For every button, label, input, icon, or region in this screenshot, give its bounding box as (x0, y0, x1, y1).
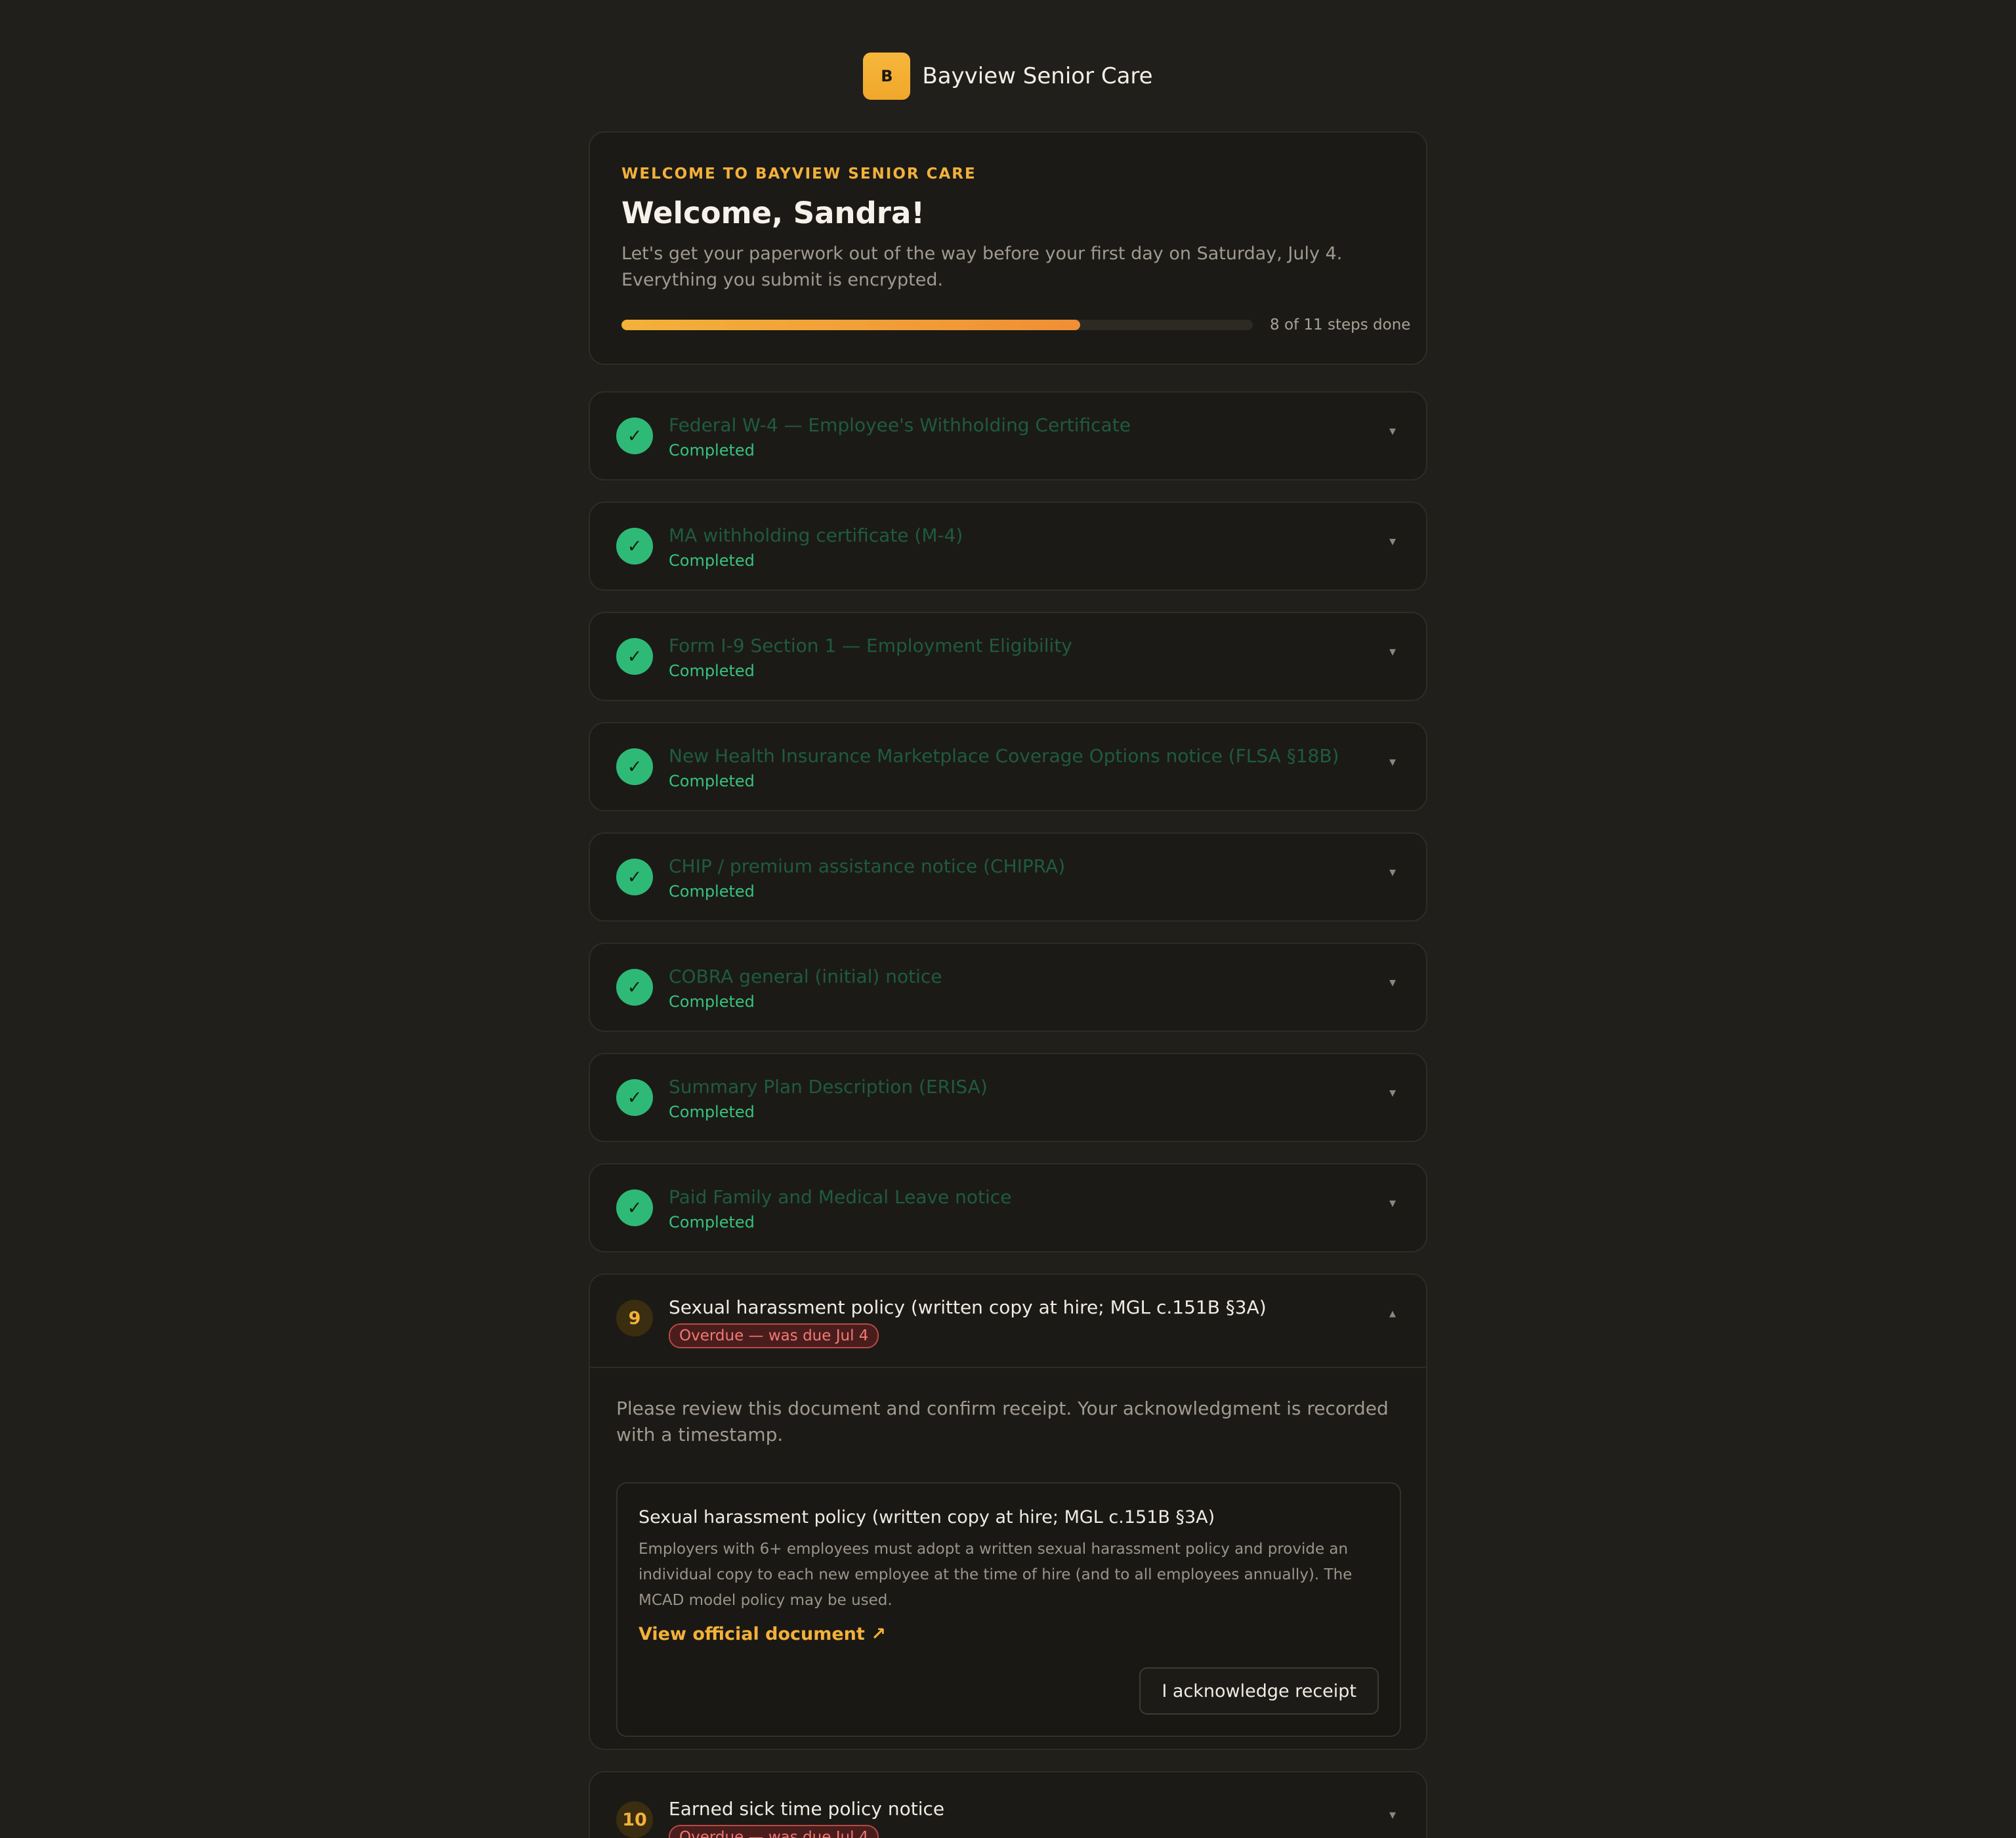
step-status: Completed (669, 441, 755, 460)
welcome-title: Welcome, Sandra! (621, 196, 925, 230)
step-title: COBRA general (initial) notice (669, 966, 942, 987)
step-title: MA withholding certificate (M-4) (669, 524, 963, 546)
check-icon: ✓ (616, 748, 653, 785)
step-body: Please review this document and confirm … (590, 1367, 1426, 1737)
step-card-1[interactable]: ✓ Federal W-4 — Employee's Withholding C… (589, 391, 1427, 481)
check-icon: ✓ (616, 528, 653, 565)
step-number-badge: 9 (616, 1300, 653, 1336)
progress-bar-fill (621, 320, 1081, 330)
step-status: Completed (669, 1213, 755, 1231)
step-header[interactable]: ✓ CHIP / premium assistance notice (CHIP… (590, 834, 1426, 920)
view-official-document-link[interactable]: View official document ↗ (639, 1624, 886, 1644)
step-title: Summary Plan Description (ERISA) (669, 1076, 988, 1098)
step-header[interactable]: 10 Earned sick time policy notice Overdu… (590, 1776, 1426, 1838)
chevron-up-icon[interactable]: ▴ (1389, 1305, 1396, 1321)
chevron-down-icon[interactable]: ▾ (1389, 423, 1396, 438)
step-title: Paid Family and Medical Leave notice (669, 1186, 1012, 1208)
brand-header: B Bayview Senior Care (0, 53, 2016, 100)
overdue-badge: Overdue — was due Jul 4 (669, 1323, 879, 1348)
welcome-card: WELCOME TO BAYVIEW SENIOR CARE Welcome, … (589, 131, 1427, 365)
chevron-down-icon[interactable]: ▾ (1389, 1806, 1396, 1822)
step-status: Completed (669, 662, 755, 680)
check-icon: ✓ (616, 1189, 653, 1226)
step-card-6[interactable]: ✓ COBRA general (initial) notice Complet… (589, 943, 1427, 1032)
brand-name: Bayview Senior Care (922, 63, 1153, 89)
step-card-8[interactable]: ✓ Paid Family and Medical Leave notice C… (589, 1163, 1427, 1252)
step-title: New Health Insurance Marketplace Coverag… (669, 745, 1339, 767)
step-status: Completed (669, 882, 755, 901)
step-header[interactable]: ✓ Paid Family and Medical Leave notice C… (590, 1165, 1426, 1251)
step-card-9: 9 Sexual harassment policy (written copy… (589, 1273, 1427, 1750)
document-card: Sexual harassment policy (written copy a… (616, 1482, 1401, 1737)
check-icon: ✓ (616, 969, 653, 1006)
step-header[interactable]: ✓ Form I-9 Section 1 — Employment Eligib… (590, 613, 1426, 700)
document-description: Employers with 6+ employees must adopt a… (639, 1541, 1353, 1609)
onboarding-page: B Bayview Senior Care WELCOME TO BAYVIEW… (0, 0, 2016, 1838)
check-icon: ✓ (616, 859, 653, 895)
step-header[interactable]: ✓ Summary Plan Description (ERISA) Compl… (590, 1054, 1426, 1141)
step-title: Earned sick time policy notice (669, 1798, 945, 1820)
step-title: Form I-9 Section 1 — Employment Eligibil… (669, 635, 1072, 656)
chevron-down-icon[interactable]: ▾ (1389, 1195, 1396, 1210)
progress-row: 8 of 11 steps done (621, 316, 1410, 333)
chevron-down-icon[interactable]: ▾ (1389, 533, 1396, 549)
chevron-down-icon[interactable]: ▾ (1389, 1084, 1396, 1100)
document-title: Sexual harassment policy (written copy a… (639, 1507, 1215, 1528)
step-title: CHIP / premium assistance notice (CHIPRA… (669, 855, 1066, 877)
step-status: Completed (669, 772, 755, 790)
check-icon: ✓ (616, 417, 653, 454)
progress-bar (621, 320, 1253, 330)
chevron-down-icon[interactable]: ▾ (1389, 643, 1396, 659)
step-card-3[interactable]: ✓ Form I-9 Section 1 — Employment Eligib… (589, 612, 1427, 701)
step-card-4[interactable]: ✓ New Health Insurance Marketplace Cover… (589, 722, 1427, 811)
step-number-badge: 10 (616, 1801, 653, 1838)
overdue-badge: Overdue — was due Jul 4 (669, 1825, 879, 1838)
check-icon: ✓ (616, 1079, 653, 1116)
check-icon: ✓ (616, 638, 653, 675)
chevron-down-icon[interactable]: ▾ (1389, 754, 1396, 769)
welcome-eyebrow: WELCOME TO BAYVIEW SENIOR CARE (621, 165, 976, 182)
step-header[interactable]: ✓ COBRA general (initial) notice Complet… (590, 944, 1426, 1031)
progress-text: 8 of 11 steps done (1270, 316, 1411, 333)
step-header[interactable]: ✓ Federal W-4 — Employee's Withholding C… (590, 393, 1426, 479)
step-title: Sexual harassment policy (written copy a… (669, 1296, 1267, 1318)
step-header[interactable]: 9 Sexual harassment policy (written copy… (590, 1275, 1426, 1367)
step-header[interactable]: ✓ MA withholding certificate (M-4) Compl… (590, 503, 1426, 589)
chevron-down-icon[interactable]: ▾ (1389, 974, 1396, 990)
step-status: Completed (669, 551, 755, 570)
brand-logo: B (863, 53, 911, 100)
welcome-subtitle: Let's get your paperwork out of the way … (621, 244, 1343, 290)
step-card-10[interactable]: 10 Earned sick time policy notice Overdu… (589, 1771, 1427, 1838)
step-instructions: Please review this document and confirm … (616, 1398, 1389, 1445)
step-card-5[interactable]: ✓ CHIP / premium assistance notice (CHIP… (589, 832, 1427, 922)
chevron-down-icon[interactable]: ▾ (1389, 864, 1396, 880)
step-status: Completed (669, 1103, 755, 1121)
step-card-7[interactable]: ✓ Summary Plan Description (ERISA) Compl… (589, 1053, 1427, 1142)
step-status: Completed (669, 993, 755, 1011)
step-header[interactable]: ✓ New Health Insurance Marketplace Cover… (590, 723, 1426, 810)
acknowledge-receipt-button[interactable]: I acknowledge receipt (1139, 1667, 1379, 1715)
step-title: Federal W-4 — Employee's Withholding Cer… (669, 414, 1131, 436)
step-card-2[interactable]: ✓ MA withholding certificate (M-4) Compl… (589, 502, 1427, 591)
